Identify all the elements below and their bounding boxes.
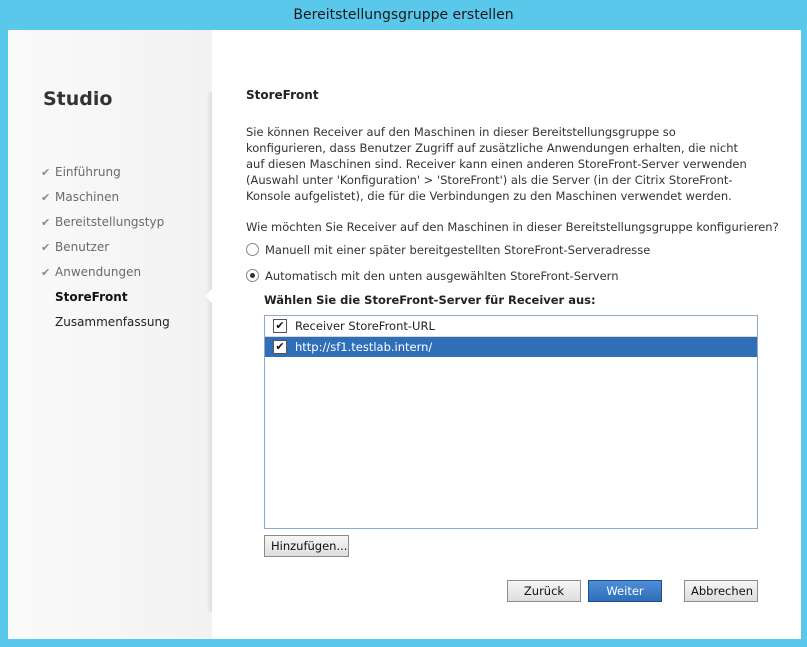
step-benutzer[interactable]: ✔ Benutzer bbox=[41, 238, 170, 263]
step-label: Anwendungen bbox=[55, 265, 142, 279]
table-row[interactable]: ✔ http://sf1.testlab.intern/ bbox=[265, 337, 757, 357]
radio-label: Manuell mit einer später bereitgestellte… bbox=[265, 243, 651, 257]
active-step-pointer bbox=[205, 289, 212, 303]
check-icon: ✔ bbox=[41, 166, 51, 179]
list-header[interactable]: ✔ Receiver StoreFront-URL bbox=[265, 316, 757, 337]
server-url: http://sf1.testlab.intern/ bbox=[295, 340, 433, 354]
radio-label: Automatisch mit den unten ausgewählten S… bbox=[265, 269, 619, 283]
radio-automatic[interactable]: Automatisch mit den unten ausgewählten S… bbox=[246, 269, 619, 283]
storefront-server-list[interactable]: ✔ Receiver StoreFront-URL ✔ http://sf1.t… bbox=[264, 315, 758, 529]
page-title: StoreFront bbox=[246, 88, 319, 102]
wizard-sidebar: Studio ✔ Einführung ✔ Maschinen ✔ Bereitste… bbox=[8, 30, 212, 639]
step-label: Maschinen bbox=[55, 190, 120, 204]
next-button[interactable]: Weiter bbox=[588, 580, 662, 602]
radio-button[interactable] bbox=[246, 269, 259, 282]
step-anwendungen[interactable]: ✔ Anwendungen bbox=[41, 263, 170, 288]
config-question: Wie möchten Sie Receiver auf den Maschin… bbox=[246, 220, 779, 234]
check-icon: ✔ bbox=[41, 266, 51, 279]
check-icon: ✔ bbox=[41, 191, 51, 204]
step-bereitstellungstyp[interactable]: ✔ Bereitstellungstyp bbox=[41, 213, 170, 238]
back-button[interactable]: Zurück bbox=[507, 580, 581, 602]
step-label: Zusammenfassung bbox=[55, 315, 170, 329]
window-title: Bereitstellungsgruppe erstellen bbox=[293, 7, 514, 23]
select-all-checkbox[interactable]: ✔ bbox=[273, 319, 287, 333]
intro-text: Sie können Receiver auf den Maschinen in… bbox=[246, 125, 747, 203]
sidebar-divider bbox=[206, 92, 212, 612]
step-storefront: StoreFront bbox=[41, 288, 170, 313]
cancel-button[interactable]: Abbrechen bbox=[684, 580, 758, 602]
check-icon: ✔ bbox=[41, 241, 51, 254]
check-icon: ✔ bbox=[41, 216, 51, 229]
step-maschinen[interactable]: ✔ Maschinen bbox=[41, 188, 170, 213]
step-einfuehrung[interactable]: ✔ Einführung bbox=[41, 163, 170, 188]
dialog-client-area: Studio ✔ Einführung ✔ Maschinen ✔ Bereitste… bbox=[8, 30, 801, 639]
server-list-label: Wählen Sie die StoreFront-Server für Rec… bbox=[264, 293, 596, 307]
step-zusammenfassung: Zusammenfassung bbox=[41, 313, 170, 338]
sidebar-app-title: Studio bbox=[43, 88, 113, 110]
radio-manual[interactable]: Manuell mit einer später bereitgestellte… bbox=[246, 243, 650, 257]
column-header: Receiver StoreFront-URL bbox=[295, 319, 435, 333]
radio-button[interactable] bbox=[246, 243, 259, 256]
step-label: Bereitstellungstyp bbox=[55, 215, 165, 229]
row-checkbox[interactable]: ✔ bbox=[273, 340, 287, 354]
step-label: Einführung bbox=[55, 165, 121, 179]
step-label: Benutzer bbox=[55, 240, 110, 254]
step-label: StoreFront bbox=[55, 290, 128, 304]
add-server-button[interactable]: Hinzufügen... bbox=[264, 535, 349, 557]
wizard-steps: ✔ Einführung ✔ Maschinen ✔ Bereitstellungst… bbox=[41, 163, 170, 338]
